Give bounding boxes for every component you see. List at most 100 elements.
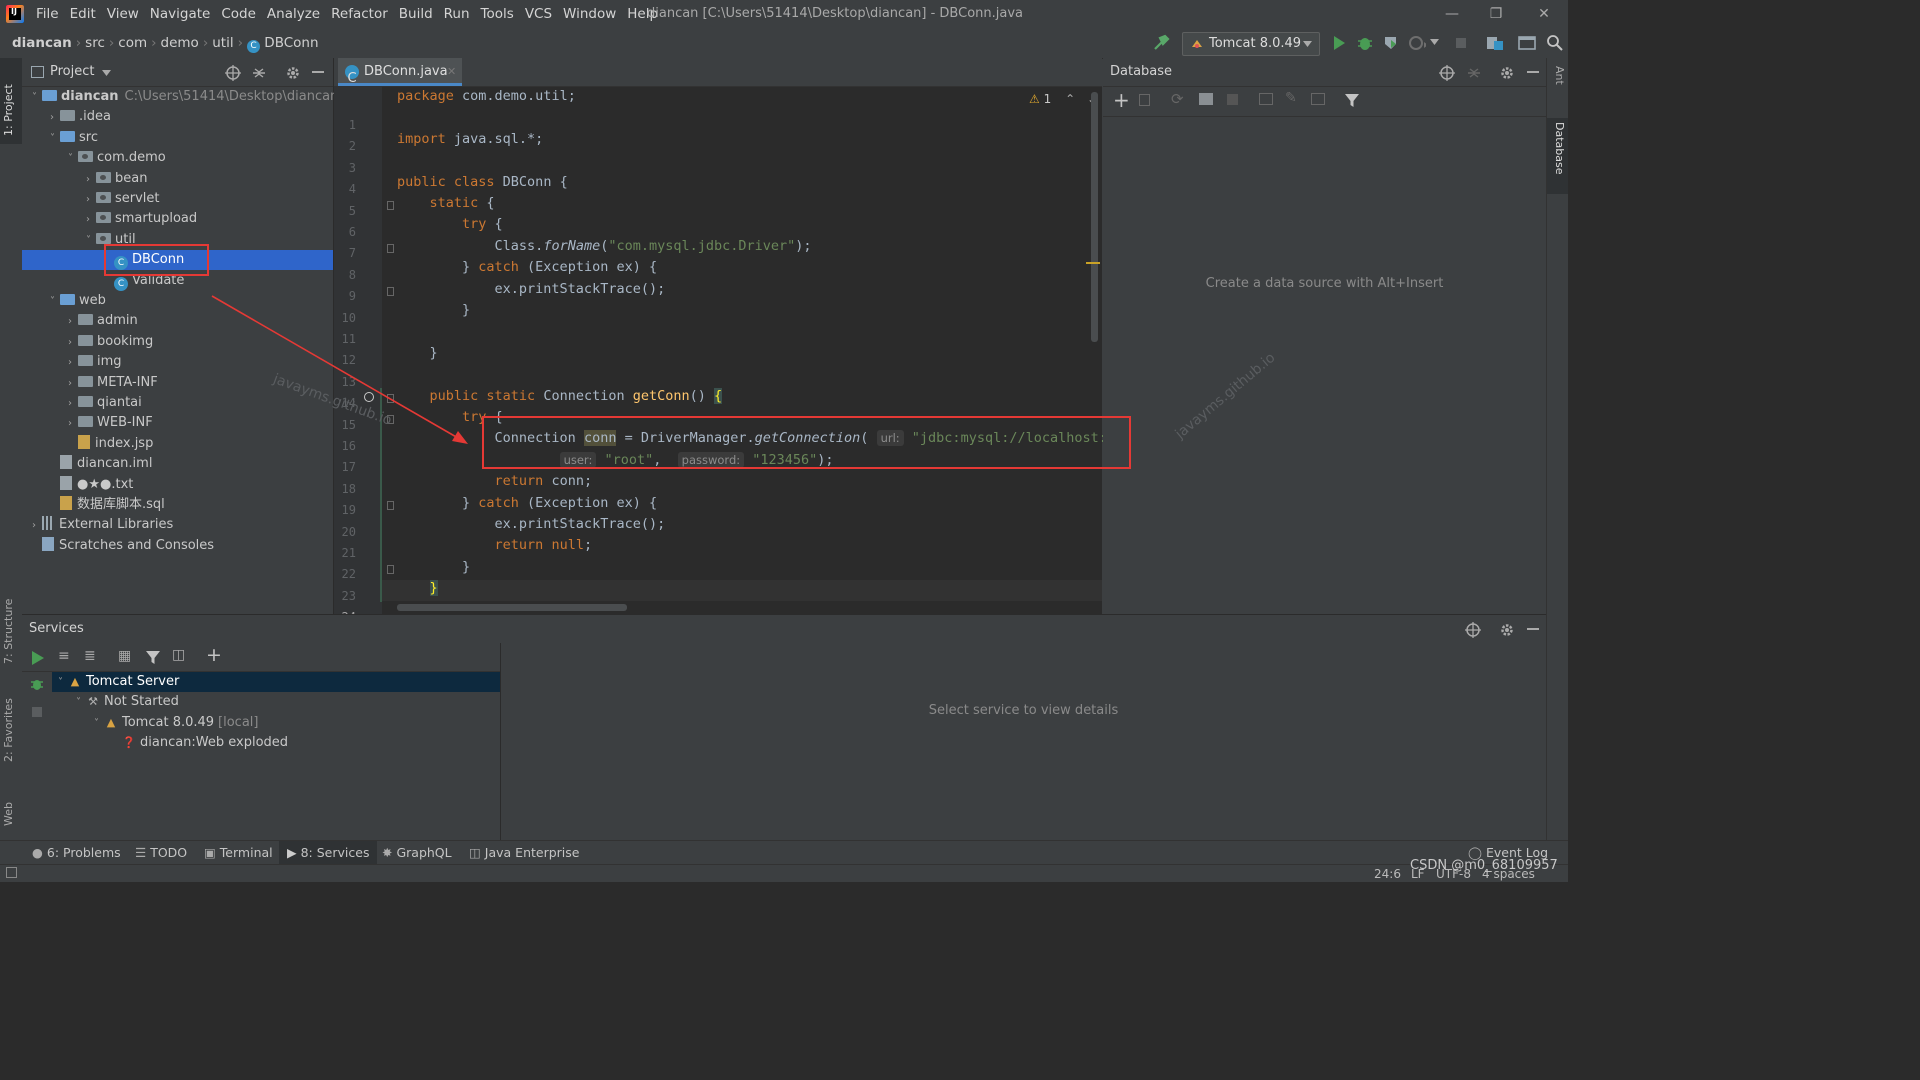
project-tree-item[interactable]: 数据库脚本.sql <box>22 495 333 515</box>
more-run-options-chevron-icon[interactable] <box>1430 39 1439 45</box>
menu-analyze[interactable]: Analyze <box>267 0 320 28</box>
expanded-chevron-icon[interactable]: ˅ <box>50 292 60 312</box>
project-tree-item[interactable]: › smartupload <box>22 209 333 229</box>
project-tree-item[interactable]: ●★●.txt <box>22 475 333 495</box>
db-gear-icon[interactable] <box>1499 65 1515 81</box>
collapsed-chevron-icon[interactable]: › <box>68 374 78 394</box>
services-locate-icon[interactable] <box>1465 622 1481 638</box>
service-tree-item[interactable]: ˅ ⚒ Not Started <box>52 692 500 712</box>
project-tree-item[interactable]: › .idea <box>22 107 333 127</box>
expanded-chevron-icon[interactable]: ˅ <box>94 714 104 734</box>
expanded-chevron-icon[interactable]: ˅ <box>76 693 86 713</box>
collapsed-chevron-icon[interactable]: › <box>50 108 60 128</box>
run-with-coverage-icon[interactable] <box>1382 34 1400 52</box>
collapsed-chevron-icon[interactable]: › <box>86 210 96 230</box>
group-by-icon[interactable]: ▦ <box>118 648 131 664</box>
toggle-tool-windows-icon[interactable] <box>6 867 17 878</box>
ant-tool-button[interactable]: Ant <box>1547 62 1568 112</box>
expanded-chevron-icon[interactable]: ˅ <box>86 231 96 251</box>
close-window-button[interactable]: ✕ <box>1524 0 1564 28</box>
debug-icon[interactable] <box>1356 34 1374 52</box>
build-hammer-icon[interactable] <box>1152 34 1170 52</box>
menu-code[interactable]: Code <box>221 0 256 28</box>
method-marker-icon[interactable] <box>364 391 374 402</box>
menu-file[interactable]: File <box>36 0 59 28</box>
project-panel-title[interactable]: Project <box>50 58 94 86</box>
run-icon[interactable] <box>1330 34 1348 52</box>
project-tree-item[interactable]: diancan.iml <box>22 454 333 474</box>
menu-run[interactable]: Run <box>444 0 470 28</box>
collapsed-chevron-icon[interactable]: › <box>68 414 78 434</box>
filter-icon[interactable] <box>1345 94 1359 108</box>
run-configuration-selector[interactable]: Tomcat 8.0.49 <box>1182 32 1320 56</box>
project-tree-item[interactable]: › bookimg <box>22 332 333 352</box>
tab-problems[interactable]: ● 6: Problems <box>24 841 129 865</box>
horizontal-scrollbar[interactable] <box>397 604 627 611</box>
menu-view[interactable]: View <box>107 0 139 28</box>
collapsed-chevron-icon[interactable]: › <box>86 170 96 190</box>
fold-marker-icon[interactable] <box>387 500 394 510</box>
expanded-chevron-icon[interactable]: ˅ <box>58 673 68 693</box>
tab-dbconn-java[interactable]: C DBConn.java ✕ <box>338 58 462 86</box>
project-tree-item[interactable]: index.jsp <box>22 434 333 454</box>
service-tree-item[interactable]: ˅ ▲ Tomcat Server <box>52 672 500 692</box>
project-tree-item[interactable]: ˅ web <box>22 291 333 311</box>
project-tree-item[interactable]: Scratches and Consoles <box>22 536 333 556</box>
fold-marker-icon[interactable] <box>387 286 394 296</box>
caret-position[interactable]: 24:6 <box>1374 865 1401 882</box>
query-console-icon[interactable] <box>1311 93 1325 105</box>
breadcrumb-item[interactable]: DBConn <box>264 35 318 51</box>
expand-all-icon[interactable]: ≡ <box>58 648 70 664</box>
presentation-mode-icon[interactable] <box>1518 34 1536 52</box>
expanded-chevron-icon[interactable]: ˅ <box>68 149 78 169</box>
collapse-all-icon[interactable] <box>251 65 267 81</box>
menu-build[interactable]: Build <box>399 0 433 28</box>
add-service-icon[interactable]: + <box>206 644 222 666</box>
breadcrumb-item[interactable]: src <box>85 35 105 51</box>
hide-panel-icon[interactable] <box>312 71 324 74</box>
stop-icon[interactable] <box>1452 34 1470 52</box>
project-tree-item[interactable]: ˅ diancan C:\Users\51414\Desktop\diancan <box>22 87 338 108</box>
new-tab-icon[interactable]: ◫ <box>172 647 185 663</box>
tab-todo[interactable]: ☰ TODO <box>127 841 195 865</box>
menu-vcs[interactable]: VCS <box>525 0 552 28</box>
project-tool-button[interactable]: 1: Project <box>0 58 22 144</box>
tab-services[interactable]: ▶ 8: Services <box>279 841 378 865</box>
project-structure-icon[interactable] <box>1486 34 1504 52</box>
profiler-icon[interactable] <box>1408 34 1426 52</box>
db-stop-icon[interactable] <box>1227 94 1238 105</box>
view-chevron-down-icon[interactable] <box>102 70 111 76</box>
fold-marker-icon[interactable] <box>387 243 394 253</box>
project-tree-item[interactable]: › admin <box>22 311 333 331</box>
services-run-icon[interactable] <box>32 651 44 665</box>
tab-graphql[interactable]: ✸ GraphQL <box>374 841 460 865</box>
services-stop-icon[interactable] <box>32 707 42 717</box>
services-hide-icon[interactable] <box>1527 628 1539 631</box>
tab-terminal[interactable]: ▣ Terminal <box>196 841 281 865</box>
project-tree-item[interactable]: ˅ src <box>22 128 333 148</box>
close-tab-icon[interactable]: ✕ <box>447 58 456 85</box>
services-gear-icon[interactable] <box>1499 622 1515 638</box>
collapsed-chevron-icon[interactable]: › <box>68 353 78 373</box>
previous-highlight-icon[interactable]: ⌃ <box>1065 92 1075 106</box>
services-filter-icon[interactable] <box>146 651 160 665</box>
project-tree-item[interactable]: ˅ com.demo <box>22 148 333 168</box>
menu-navigate[interactable]: Navigate <box>150 0 211 28</box>
expanded-chevron-icon[interactable]: ˅ <box>50 129 60 149</box>
project-tree-item[interactable]: › servlet <box>22 189 333 209</box>
expanded-chevron-icon[interactable]: ˅ <box>32 88 42 108</box>
inspection-widget[interactable]: ⚠ 1 ⌃ ⌄ <box>1029 92 1097 106</box>
collapsed-chevron-icon[interactable]: › <box>68 333 78 353</box>
project-tree-item[interactable]: › WEB-INF <box>22 413 333 433</box>
search-everywhere-icon[interactable] <box>1546 34 1564 52</box>
duplicate-icon[interactable] <box>1139 94 1150 106</box>
warning-marker[interactable] <box>1086 262 1100 264</box>
fold-marker-icon[interactable] <box>387 564 394 574</box>
menu-tools[interactable]: Tools <box>481 0 514 28</box>
tab-java-enterprise[interactable]: ◫ Java Enterprise <box>461 841 587 865</box>
edit-icon[interactable]: ✎ <box>1285 90 1297 106</box>
collapsed-chevron-icon[interactable]: › <box>68 312 78 332</box>
fold-marker-icon[interactable] <box>387 393 394 403</box>
web-tool-button[interactable]: Web <box>0 784 22 830</box>
minimize-button[interactable]: — <box>1432 0 1472 28</box>
